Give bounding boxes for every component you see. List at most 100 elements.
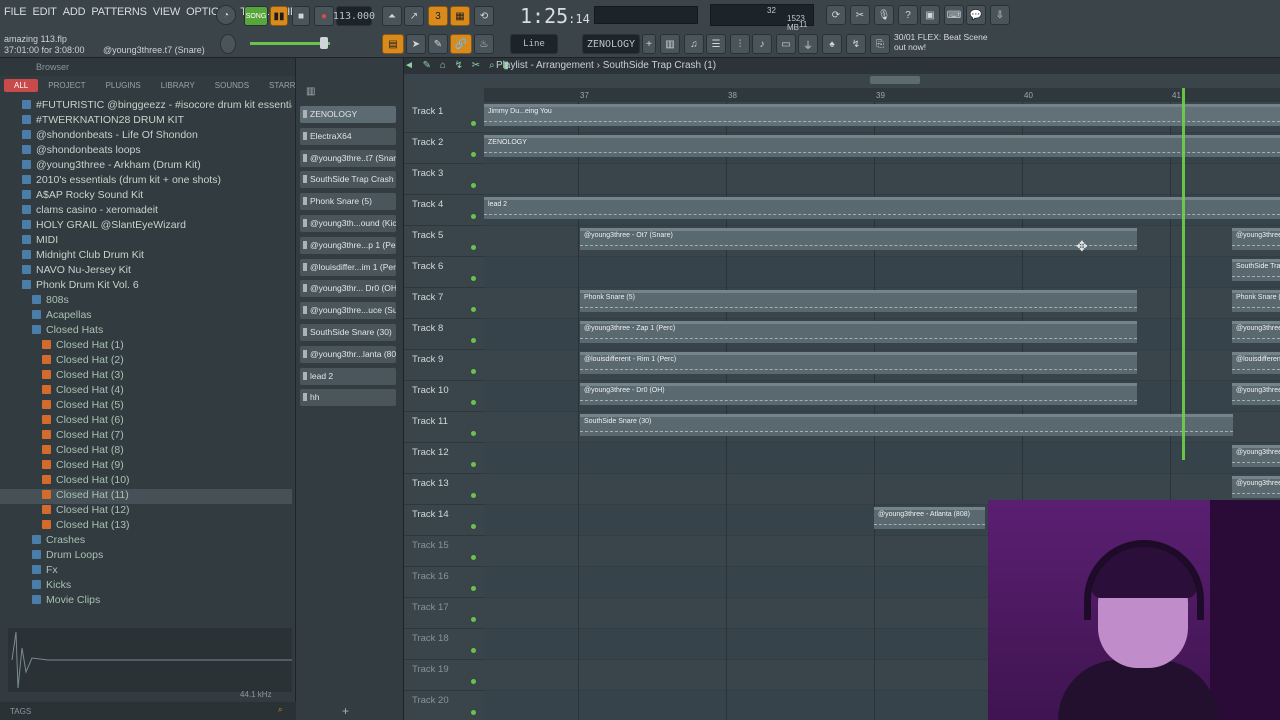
track-mute-led[interactable] — [471, 152, 476, 157]
snap-select[interactable]: Line — [510, 34, 558, 54]
browser-tab-sounds[interactable]: SOUNDS — [205, 81, 259, 90]
picker-item[interactable]: ZENOLOGY — [300, 106, 396, 123]
browser-folder[interactable]: Phonk Drum Kit Vol. 6 — [0, 279, 292, 294]
browser-tab-library[interactable]: LIBRARY — [151, 81, 205, 90]
browser-folder[interactable]: @shondonbeats - Life Of Shondon — [0, 129, 292, 144]
piano-roll-icon[interactable]: ♫ — [684, 34, 704, 54]
playlist-view-icon[interactable]: ▥ — [660, 34, 680, 54]
download-icon[interactable]: ⇩ — [990, 5, 1010, 25]
track-header[interactable]: Track 12 — [404, 443, 484, 474]
playlist-clip[interactable]: @young3three - Atlanta (808) — [874, 507, 985, 529]
browser-folder[interactable]: #TWERKNATION28 DRUM KIT — [0, 114, 292, 129]
playlist-clip[interactable]: @young3three - Dr0 (OH) — [580, 383, 1137, 405]
browser-folder[interactable]: HOLY GRAIL @SlantEyeWizard — [0, 219, 292, 234]
playlist-clip[interactable]: SouthSide Trap Crash (1) — [1232, 259, 1280, 281]
browser-folder[interactable]: Fx — [0, 564, 292, 579]
picker-item[interactable]: @young3thr...lanta (808) — [300, 345, 396, 363]
picker-item[interactable]: lead 2 — [300, 367, 396, 385]
browser-file[interactable]: Closed Hat (6) — [0, 414, 292, 429]
track-lane[interactable] — [484, 443, 1280, 474]
picker-header-icon[interactable]: ▥ — [306, 86, 315, 97]
track-header[interactable]: Track 15 — [404, 536, 484, 567]
record-audio-icon[interactable]: ⎘ — [870, 34, 890, 54]
track-header[interactable]: Track 2 — [404, 133, 484, 164]
slider-handle[interactable] — [320, 37, 328, 49]
track-mute-led[interactable] — [471, 555, 476, 560]
song-mode-toggle[interactable]: SONG — [244, 6, 268, 26]
picker-item[interactable]: Phonk Snare (5) — [300, 193, 396, 211]
track-mute-led[interactable] — [471, 679, 476, 684]
browser-folder[interactable]: NAVO Nu-Jersey Kit — [0, 264, 292, 279]
pattern-up-icon[interactable]: ⏶ — [382, 6, 402, 26]
track-header[interactable]: Track 18 — [404, 629, 484, 660]
track-header[interactable]: Track 1 — [404, 102, 484, 133]
track-mute-led[interactable] — [471, 586, 476, 591]
search-icon[interactable]: ⌕ — [278, 705, 282, 715]
stop-button[interactable]: ■ — [292, 6, 310, 26]
browser-folder[interactable]: #FUTURISTIC @binggeezz - #isocore drum k… — [0, 100, 292, 114]
export-icon[interactable]: ↯ — [846, 34, 866, 54]
tags-label[interactable]: TAGS — [10, 707, 31, 716]
browser-folder[interactable]: Closed Hats — [0, 324, 292, 339]
loop-record-icon[interactable]: ⟲ — [474, 6, 494, 26]
track-header[interactable]: Track 16 — [404, 567, 484, 598]
metronome-icon[interactable]: ◔ — [216, 5, 236, 25]
track-mute-led[interactable] — [471, 524, 476, 529]
playlist-clip[interactable]: @young3three - Dr0 (OH) — [1232, 383, 1280, 405]
browser-file[interactable]: Closed Hat (12) — [0, 504, 292, 519]
track-header[interactable]: Track 11 — [404, 412, 484, 443]
track-mute-led[interactable] — [471, 617, 476, 622]
picker-item[interactable]: @young3thre...p 1 (Perc) — [300, 236, 396, 254]
playlist-clip[interactable]: @young3three - Eastbound — [1232, 445, 1280, 467]
picker-item[interactable]: SouthSide Trap Crash (1) — [300, 171, 396, 189]
browser-file[interactable]: Closed Hat (4) — [0, 384, 292, 399]
track-mute-led[interactable] — [471, 400, 476, 405]
master-volume-knob[interactable] — [220, 34, 236, 54]
browser-folder[interactable]: @young3three - Arkham (Drum Kit) — [0, 159, 292, 174]
menu-file[interactable]: FILE — [4, 6, 27, 18]
cpu-icon[interactable]: ♠ — [822, 34, 842, 54]
track-header[interactable]: Track 6 — [404, 257, 484, 288]
picker-item[interactable]: @louisdiffer...im 1 (Perc) — [300, 258, 396, 276]
track-mute-led[interactable] — [471, 245, 476, 250]
stamp-icon[interactable]: ♨ — [474, 34, 494, 54]
track-header[interactable]: Track 10 — [404, 381, 484, 412]
browser-file[interactable]: Closed Hat (10) — [0, 474, 292, 489]
cut-icon[interactable]: ✂ — [850, 5, 870, 25]
picker-item[interactable]: @young3thre..t7 (Snare) — [300, 149, 396, 167]
track-mute-led[interactable] — [471, 369, 476, 374]
browser-icon[interactable]: ▭ — [776, 34, 796, 54]
browser-file[interactable]: Closed Hat (7) — [0, 429, 292, 444]
browser-file[interactable]: Closed Hat (8) — [0, 444, 292, 459]
link-icon[interactable]: 🔗 — [450, 34, 472, 54]
browser-file[interactable]: Closed Hat (3) — [0, 369, 292, 384]
track-mute-led[interactable] — [471, 307, 476, 312]
track-header[interactable]: Track 4 — [404, 195, 484, 226]
playlist-clip[interactable]: @young3three - Ot7 (Snare) — [1232, 228, 1280, 250]
track-header[interactable]: Track 14 — [404, 505, 484, 536]
playlist-clip[interactable]: @louisdifferent - Rim 1 (Perc) — [580, 352, 1137, 374]
playlist-clip[interactable]: Jimmy Du...eing You — [484, 104, 1280, 126]
browser-file[interactable]: Closed Hat (9) — [0, 459, 292, 474]
track-header[interactable]: Track 13 — [404, 474, 484, 505]
midi-icon[interactable]: ⌨ — [944, 5, 964, 25]
microphone-icon[interactable]: 🎙 — [874, 5, 894, 25]
tempo-display[interactable]: 113.000 — [333, 6, 375, 26]
playlist-clip[interactable]: Phonk Snare (5) — [1232, 290, 1280, 312]
browser-file[interactable]: Closed Hat (2) — [0, 354, 292, 369]
playhead[interactable] — [1182, 88, 1185, 460]
track-mute-led[interactable] — [471, 183, 476, 188]
menu-add[interactable]: ADD — [63, 6, 86, 18]
track-mute-led[interactable] — [471, 214, 476, 219]
picker-item[interactable]: @young3thr... Dr0 (OH) — [300, 280, 396, 298]
track-header[interactable]: Track 17 — [404, 598, 484, 629]
browser-file[interactable]: Closed Hat (13) — [0, 519, 292, 534]
track-lane[interactable] — [484, 257, 1280, 288]
browser-folder[interactable]: Acapellas — [0, 309, 292, 324]
track-mute-led[interactable] — [471, 648, 476, 653]
playlist-scrollbar[interactable] — [870, 76, 920, 84]
add-track-icon[interactable]: + — [342, 704, 349, 718]
playlist-clip[interactable]: Phonk Snare (5) — [580, 290, 1137, 312]
add-pattern-icon[interactable]: + — [642, 34, 656, 54]
browser-folder[interactable]: A$AP Rocky Sound Kit — [0, 189, 292, 204]
